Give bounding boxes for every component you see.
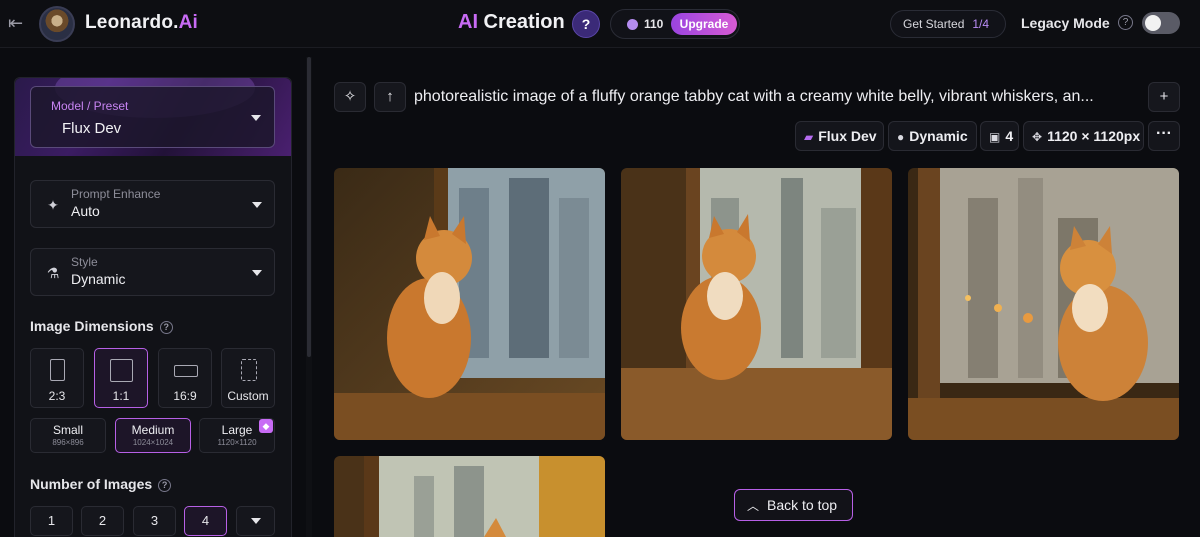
page-title-rest: Creation [478, 11, 565, 33]
prompt-text[interactable]: photorealistic image of a fluffy orange … [414, 88, 1142, 106]
sidebar-scrollbar-thumb[interactable] [307, 57, 311, 357]
ratio-2-3-button[interactable]: 2:3 [30, 348, 84, 408]
premium-gem-icon: ◆ [259, 419, 273, 433]
image-count-chip[interactable]: ▣ 4 [980, 121, 1019, 151]
upgrade-button[interactable]: Upgrade [671, 13, 737, 35]
square-ratio-icon [110, 359, 133, 382]
model-chip[interactable]: ▰ Flux Dev [795, 121, 884, 151]
generated-image[interactable] [908, 168, 1179, 440]
image-count-3-button[interactable]: 3 [133, 506, 176, 536]
style-chip-label: Dynamic [909, 128, 968, 144]
landscape-ratio-icon [174, 365, 198, 377]
legacy-mode-toggle[interactable] [1142, 12, 1180, 34]
ratio-16-9-button[interactable]: 16:9 [158, 348, 212, 408]
generate-arrow-button[interactable]: ↑ [374, 82, 406, 112]
size-dims: 1120×1120 [217, 438, 257, 447]
token-balance: 110 Upgrade [610, 9, 740, 39]
image-count-more-button[interactable] [236, 506, 275, 536]
help-button[interactable]: ? [572, 10, 600, 38]
get-started-step: 1/4 [972, 17, 990, 31]
chevron-up-icon: ︿ [747, 499, 760, 513]
move-arrows-icon: ✥ [1032, 130, 1043, 144]
droplet-icon: ● [897, 130, 905, 144]
ratio-label: 1:1 [112, 389, 130, 403]
image-dimensions-label: Image Dimensions [30, 318, 154, 334]
number-of-images-label: Number of Images [30, 476, 153, 492]
size-name: Medium [131, 423, 175, 437]
style-label: Style [71, 255, 98, 269]
toggle-knob [1145, 15, 1161, 31]
flask-icon: ⚗ [46, 265, 60, 281]
model-preset-select[interactable]: Model / Preset Flux Dev [30, 86, 275, 148]
style-chip[interactable]: ● Dynamic [888, 121, 977, 151]
legacy-mode-help-icon[interactable]: ? [1118, 15, 1133, 30]
size-dims: 896×896 [52, 438, 84, 447]
help-icon[interactable]: ? [159, 321, 173, 334]
chevron-down-icon [251, 518, 261, 524]
brand-name[interactable]: Leonardo.Ai [85, 12, 198, 34]
more-options-button[interactable]: ··· [1148, 121, 1180, 151]
brand-name-main: Leonardo. [85, 12, 179, 33]
generated-image[interactable] [621, 168, 892, 440]
generated-image[interactable] [334, 456, 605, 537]
dimensions-chip-label: 1120 × 1120px [1047, 128, 1141, 144]
legacy-mode-label: Legacy Mode [1021, 15, 1110, 31]
model-chip-label: Flux Dev [818, 128, 877, 144]
generated-image[interactable] [334, 168, 605, 440]
token-count: 110 [644, 17, 664, 31]
number-of-images-title: Number of Images? [30, 476, 172, 492]
back-to-top-button[interactable]: ︿ Back to top [734, 489, 853, 521]
prompt-enhance-select[interactable]: ✦ Prompt Enhance Auto [30, 180, 275, 228]
size-name: Small [52, 423, 83, 437]
chevron-down-icon [252, 202, 262, 208]
chevron-down-icon [251, 115, 261, 121]
sparkles-icon: ✦ [47, 197, 59, 213]
page-title: AI Creation [458, 11, 565, 34]
size-small-button[interactable]: Small 896×896 [30, 418, 106, 453]
page-title-prefix: AI [458, 11, 478, 33]
magic-wand-button[interactable]: ✧ [334, 82, 366, 112]
image-dimensions-title: Image Dimensions? [30, 318, 173, 334]
add-button[interactable]: + [1148, 82, 1180, 112]
get-started-button[interactable]: Get Started 1/4 [890, 10, 1006, 38]
size-medium-button[interactable]: Medium 1024×1024 [115, 418, 191, 453]
images-stack-icon: ▣ [989, 130, 1001, 144]
flux-model-icon: ▰ [804, 130, 814, 144]
brand-name-suffix: Ai [178, 12, 199, 33]
prompt-enhance-value: Auto [71, 203, 100, 219]
chevron-down-icon [252, 270, 262, 276]
ratio-label: Custom [227, 389, 269, 403]
ratio-label: 2:3 [48, 389, 66, 403]
dimensions-chip[interactable]: ✥ 1120 × 1120px [1023, 121, 1144, 151]
image-count-4-button[interactable]: 4 [184, 506, 227, 536]
image-count-chip-label: 4 [1005, 128, 1014, 144]
top-bar: ⇤ Leonardo.Ai AI Creation ? 110 Upgrade … [0, 0, 1200, 48]
cat-image-2-graphic [621, 168, 892, 440]
ratio-custom-button[interactable]: Custom [221, 348, 275, 408]
image-count-2-button[interactable]: 2 [81, 506, 124, 536]
size-dims: 1024×1024 [132, 438, 174, 447]
cat-image-4-graphic [334, 456, 605, 537]
collapse-sidebar-icon[interactable]: ⇤ [8, 13, 30, 33]
brand-logo[interactable] [39, 6, 75, 42]
back-to-top-label: Back to top [767, 497, 838, 513]
cat-image-3-graphic [908, 168, 1179, 440]
token-icon [627, 19, 638, 30]
prompt-enhance-label: Prompt Enhance [71, 187, 161, 201]
image-count-1-button[interactable]: 1 [30, 506, 73, 536]
model-preset-value: Flux Dev [62, 120, 122, 137]
portrait-ratio-icon [50, 359, 65, 381]
style-value: Dynamic [71, 271, 126, 287]
ratio-label: 16:9 [173, 389, 197, 403]
model-preset-label: Model / Preset [51, 99, 129, 113]
get-started-label: Get Started [903, 17, 965, 31]
help-icon[interactable]: ? [158, 479, 172, 492]
cat-image-1-graphic [334, 168, 605, 440]
ratio-1-1-button[interactable]: 1:1 [94, 348, 148, 408]
style-select[interactable]: ⚗ Style Dynamic [30, 248, 275, 296]
custom-ratio-icon [241, 359, 257, 381]
